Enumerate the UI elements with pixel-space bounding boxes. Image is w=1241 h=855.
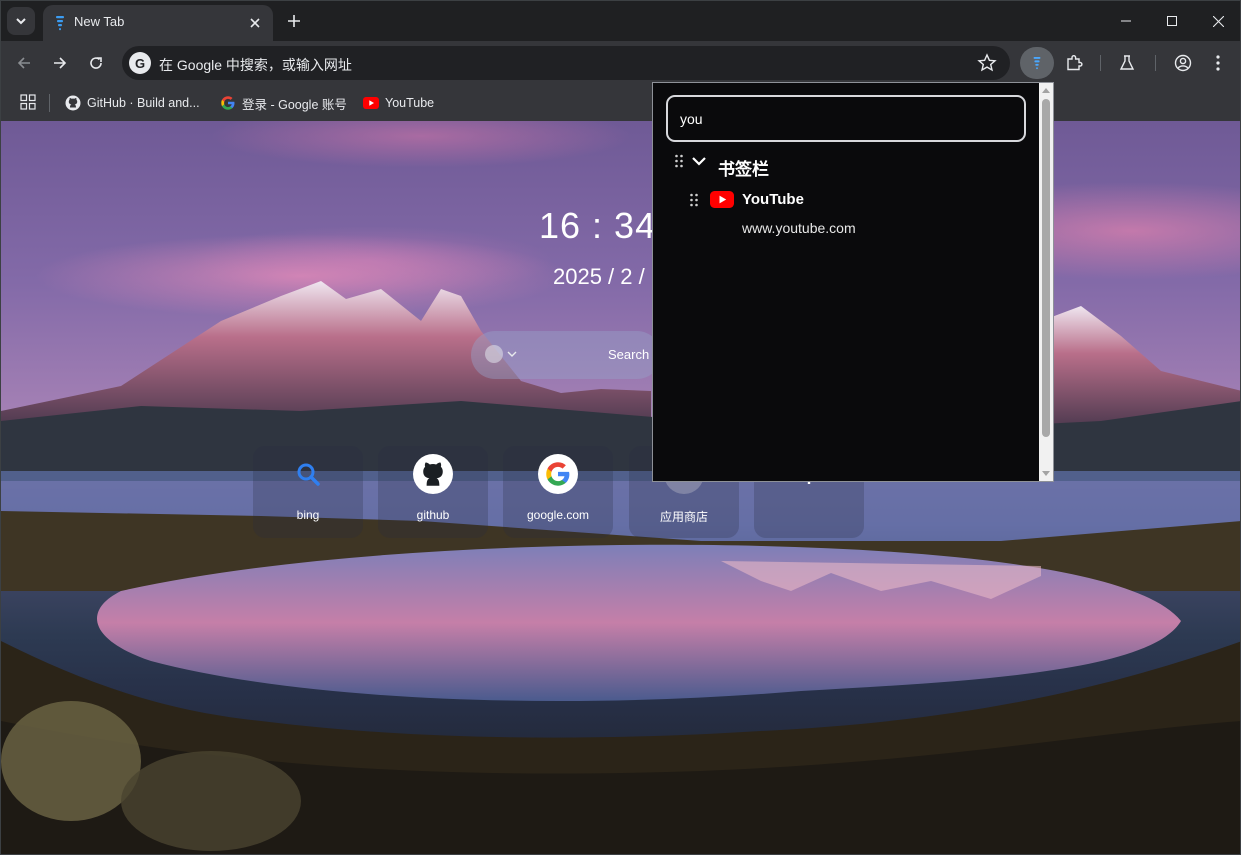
bookmark-github[interactable]: GitHub · Build and...: [65, 93, 200, 113]
ntp-search-placeholder: Search: [608, 347, 650, 362]
scroll-down-arrow-icon[interactable]: [1042, 469, 1050, 477]
plus-icon: [288, 15, 300, 27]
shortcut-google[interactable]: google.com: [503, 446, 613, 538]
shortcut-github[interactable]: github: [378, 446, 488, 538]
shortcut-bing[interactable]: bing: [253, 446, 363, 538]
bookmark-label: 登录 - Google 账号: [242, 97, 347, 112]
toolbar-divider: [1100, 55, 1101, 71]
bing-search-icon: [288, 454, 328, 494]
chevron-down-icon: [507, 351, 517, 357]
bookmark-ext-icon: [1033, 57, 1041, 70]
back-button[interactable]: [11, 50, 37, 76]
labs-button[interactable]: [1116, 52, 1138, 74]
bookmark-youtube[interactable]: YouTube: [363, 93, 434, 113]
bookmark-extension-button[interactable]: [1020, 47, 1054, 79]
github-icon: [65, 95, 81, 111]
search-engine-icon[interactable]: [485, 345, 503, 363]
tab-close-button[interactable]: [245, 13, 265, 33]
extensions-button[interactable]: [1063, 52, 1085, 74]
chevron-down-icon: [16, 18, 26, 25]
browser-window: New Tab G 在 Google 中搜索，或输入网址 GitHub · Bu…: [0, 0, 1241, 855]
toolbar: G 在 Google 中搜索，或输入网址: [1, 41, 1240, 85]
apps-grid-icon[interactable]: [20, 94, 36, 110]
minimize-button[interactable]: [1103, 1, 1149, 41]
shortcut-label: google.com: [526, 508, 590, 522]
maximize-icon: [1167, 16, 1177, 26]
bookmark-label: YouTube: [385, 96, 435, 110]
arrow-left-icon: [17, 57, 30, 69]
flask-icon: [1119, 55, 1135, 70]
google-icon: G: [129, 52, 151, 74]
new-tab-button[interactable]: [282, 9, 306, 33]
shortcut-label: 应用商店: [659, 510, 708, 524]
close-window-button[interactable]: [1195, 1, 1240, 41]
more-vertical-icon: [1216, 55, 1220, 71]
bookmark-result-title[interactable]: YouTube: [742, 191, 804, 208]
popup-scrollbar[interactable]: [1039, 83, 1053, 481]
profile-button[interactable]: [1172, 52, 1194, 74]
new-tab-page: 16 : 34 : 2025 / 2 / Search bing github …: [1, 121, 1240, 854]
scroll-up-arrow-icon[interactable]: [1042, 87, 1050, 95]
bookmarks-divider: [49, 94, 50, 112]
minimize-icon: [1121, 20, 1131, 22]
address-bar-placeholder: 在 Google 中搜索，或输入网址: [159, 57, 352, 73]
avatar-icon: [1174, 54, 1192, 72]
youtube-icon: [710, 191, 734, 208]
reload-icon: [90, 57, 102, 69]
ntp-date: 2025 / 2 /: [553, 264, 645, 289]
youtube-icon: [363, 95, 379, 111]
close-icon: [250, 18, 260, 28]
tab-new-tab[interactable]: New Tab: [43, 5, 273, 41]
title-bar: New Tab: [1, 1, 1240, 41]
github-icon: [413, 454, 453, 494]
scrollbar-thumb[interactable]: [1042, 99, 1050, 437]
shortcut-label: github: [416, 508, 450, 522]
chevron-down-icon[interactable]: [691, 155, 707, 167]
bookmark-result-url[interactable]: www.youtube.com: [742, 220, 856, 236]
bookmark-folder-label[interactable]: 书签栏: [718, 155, 769, 180]
maximize-button[interactable]: [1149, 1, 1195, 41]
drag-handle-icon[interactable]: [674, 154, 684, 168]
bookmark-search-popup: 书签栏 YouTube www.youtube.com: [652, 82, 1054, 482]
forward-button[interactable]: [47, 50, 73, 76]
bookmark-label: GitHub · Build and...: [87, 96, 200, 110]
bookmark-ext-icon: [56, 16, 64, 31]
google-icon: [220, 95, 236, 111]
tab-search-button[interactable]: [7, 7, 35, 35]
tab-title: New Tab: [74, 14, 125, 29]
drag-handle-icon[interactable]: [689, 193, 699, 207]
bookmark-google-account[interactable]: 登录 - Google 账号: [220, 93, 347, 113]
address-bar[interactable]: G 在 Google 中搜索，或输入网址: [122, 46, 1010, 80]
close-icon: [1212, 15, 1224, 27]
ntp-search-box[interactable]: Search: [471, 331, 661, 379]
shortcut-label: bing: [296, 508, 320, 522]
bookmark-search-field[interactable]: [666, 95, 1026, 142]
menu-button[interactable]: [1207, 52, 1229, 74]
bookmark-search-input[interactable]: [680, 108, 1010, 130]
toolbar-divider: [1155, 55, 1156, 71]
star-icon[interactable]: [977, 53, 997, 73]
bookmarks-bar: GitHub · Build and... 登录 - Google 账号 You…: [1, 85, 1240, 121]
reload-button[interactable]: [83, 50, 109, 76]
arrow-right-icon: [54, 57, 67, 69]
puzzle-icon: [1067, 55, 1083, 71]
google-icon: [538, 454, 578, 494]
